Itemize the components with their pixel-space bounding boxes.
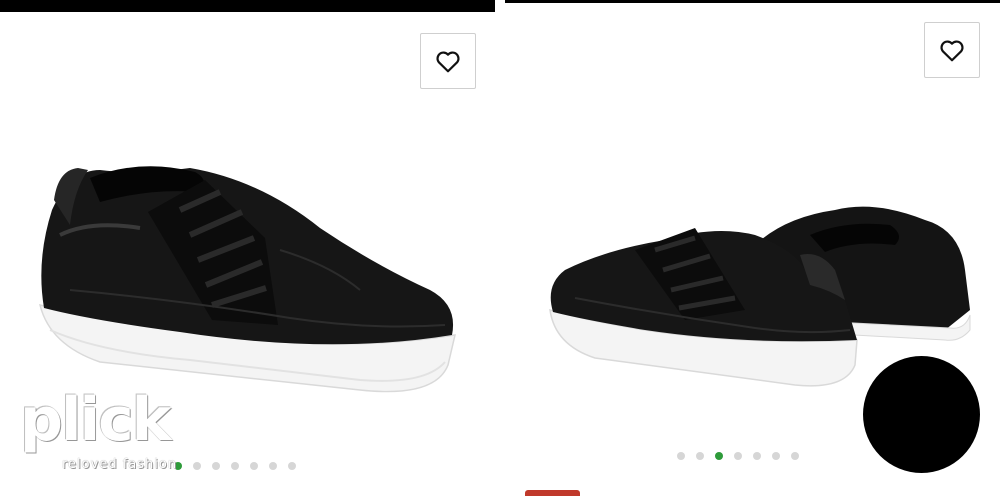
carousel-dot[interactable] (212, 462, 220, 470)
carousel-dot[interactable] (696, 452, 704, 460)
wishlist-button[interactable] (924, 22, 980, 78)
wishlist-button[interactable] (420, 33, 476, 89)
heart-outline-icon (940, 40, 964, 62)
plick-watermark-logo: plick reloved fashion (20, 385, 200, 485)
bottom-edge-badge (525, 490, 580, 496)
top-bar (505, 0, 1000, 3)
screenshot-stage: plick reloved fashion (0, 0, 1000, 496)
carousel-dot[interactable] (791, 452, 799, 460)
watermark-brand: plick (20, 385, 172, 455)
product-image-sneaker-side (38, 166, 456, 393)
carousel-dot[interactable] (269, 462, 277, 470)
carousel-dot[interactable] (772, 452, 780, 460)
product-gallery-right[interactable] (505, 0, 1000, 496)
carousel-pagination (677, 452, 799, 460)
carousel-dot[interactable] (677, 452, 685, 460)
carousel-dot[interactable] (715, 452, 723, 460)
redaction-circle (863, 356, 980, 473)
top-bar (0, 0, 495, 12)
heart-outline-icon (436, 51, 460, 73)
watermark-tagline: reloved fashion (62, 457, 178, 472)
product-gallery-left[interactable]: plick reloved fashion (0, 0, 495, 496)
carousel-dot[interactable] (734, 452, 742, 460)
carousel-dot[interactable] (250, 462, 258, 470)
carousel-dot[interactable] (231, 462, 239, 470)
carousel-dot[interactable] (288, 462, 296, 470)
carousel-dot[interactable] (753, 452, 761, 460)
